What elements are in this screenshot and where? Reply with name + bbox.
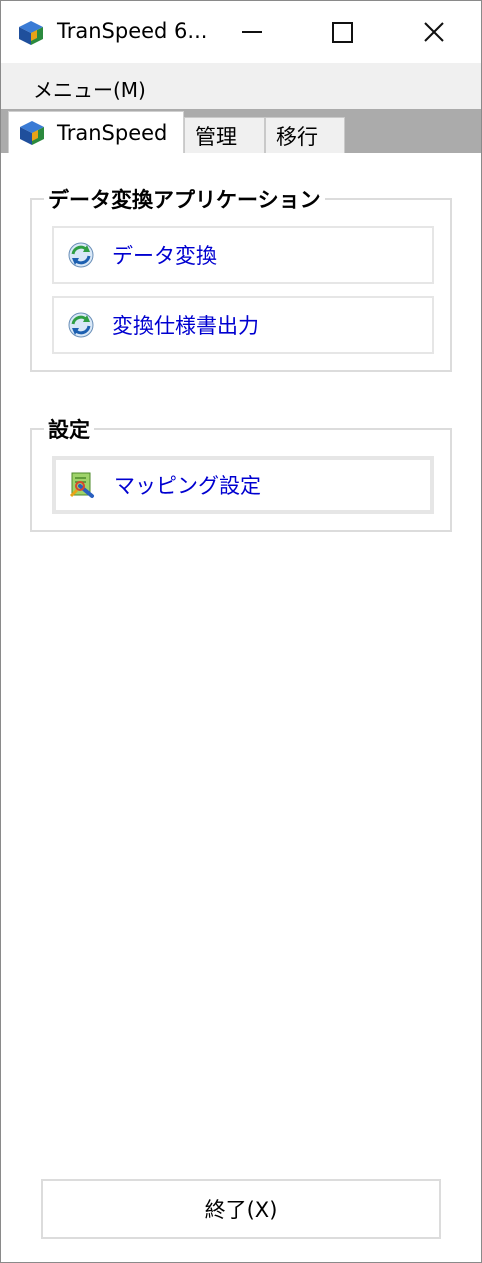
tab-migration[interactable]: 移行 xyxy=(265,117,345,153)
close-button[interactable] xyxy=(389,1,479,63)
app-window: TranSpeed 6... メニュー(M) TranSpeed 管理 移行 デ… xyxy=(0,0,482,1263)
minimize-icon xyxy=(242,31,262,33)
menu-item-menu[interactable]: メニュー(M) xyxy=(33,74,146,103)
mapping-settings-button[interactable]: マッピング設定 xyxy=(52,456,434,514)
exit-button[interactable]: 終了(X) xyxy=(41,1179,441,1239)
menu-bar: メニュー(M) xyxy=(1,63,481,109)
maximize-button[interactable] xyxy=(297,1,387,63)
close-icon xyxy=(424,22,444,42)
tab-label: 管理 xyxy=(195,124,237,149)
tab-strip: TranSpeed 管理 移行 xyxy=(1,109,481,153)
refresh-icon xyxy=(68,242,94,268)
minimize-button[interactable] xyxy=(207,1,297,63)
exit-label: 終了(X) xyxy=(204,1198,278,1222)
data-conversion-group: データ変換アプリケーション データ変換 変換仕様書出力 xyxy=(30,184,452,372)
tab-transpeed[interactable]: TranSpeed xyxy=(8,111,184,153)
data-conversion-label: データ変換 xyxy=(112,244,217,268)
conversion-spec-output-button[interactable]: 変換仕様書出力 xyxy=(52,296,434,354)
transpeed-cube-icon xyxy=(19,21,43,45)
transpeed-cube-icon xyxy=(20,120,44,145)
conversion-spec-output-label: 変換仕様書出力 xyxy=(112,314,259,338)
group-title: 設定 xyxy=(44,414,94,444)
group-title: データ変換アプリケーション xyxy=(44,184,325,214)
maximize-icon xyxy=(331,21,353,43)
settings-group: 設定 マッピング設定 xyxy=(30,414,452,532)
data-conversion-button[interactable]: データ変換 xyxy=(52,226,434,284)
tab-label: TranSpeed xyxy=(57,120,168,145)
mapping-settings-label: マッピング設定 xyxy=(114,474,261,498)
mapping-settings-icon xyxy=(69,472,94,498)
tab-label: 移行 xyxy=(276,124,318,149)
refresh-icon xyxy=(68,312,94,338)
title-bar[interactable]: TranSpeed 6... xyxy=(1,1,481,63)
tab-management[interactable]: 管理 xyxy=(184,117,265,153)
window-title: TranSpeed 6... xyxy=(57,19,208,43)
tab-content: データ変換アプリケーション データ変換 変換仕様書出力 設定 マッピング設定 xyxy=(1,153,481,1262)
